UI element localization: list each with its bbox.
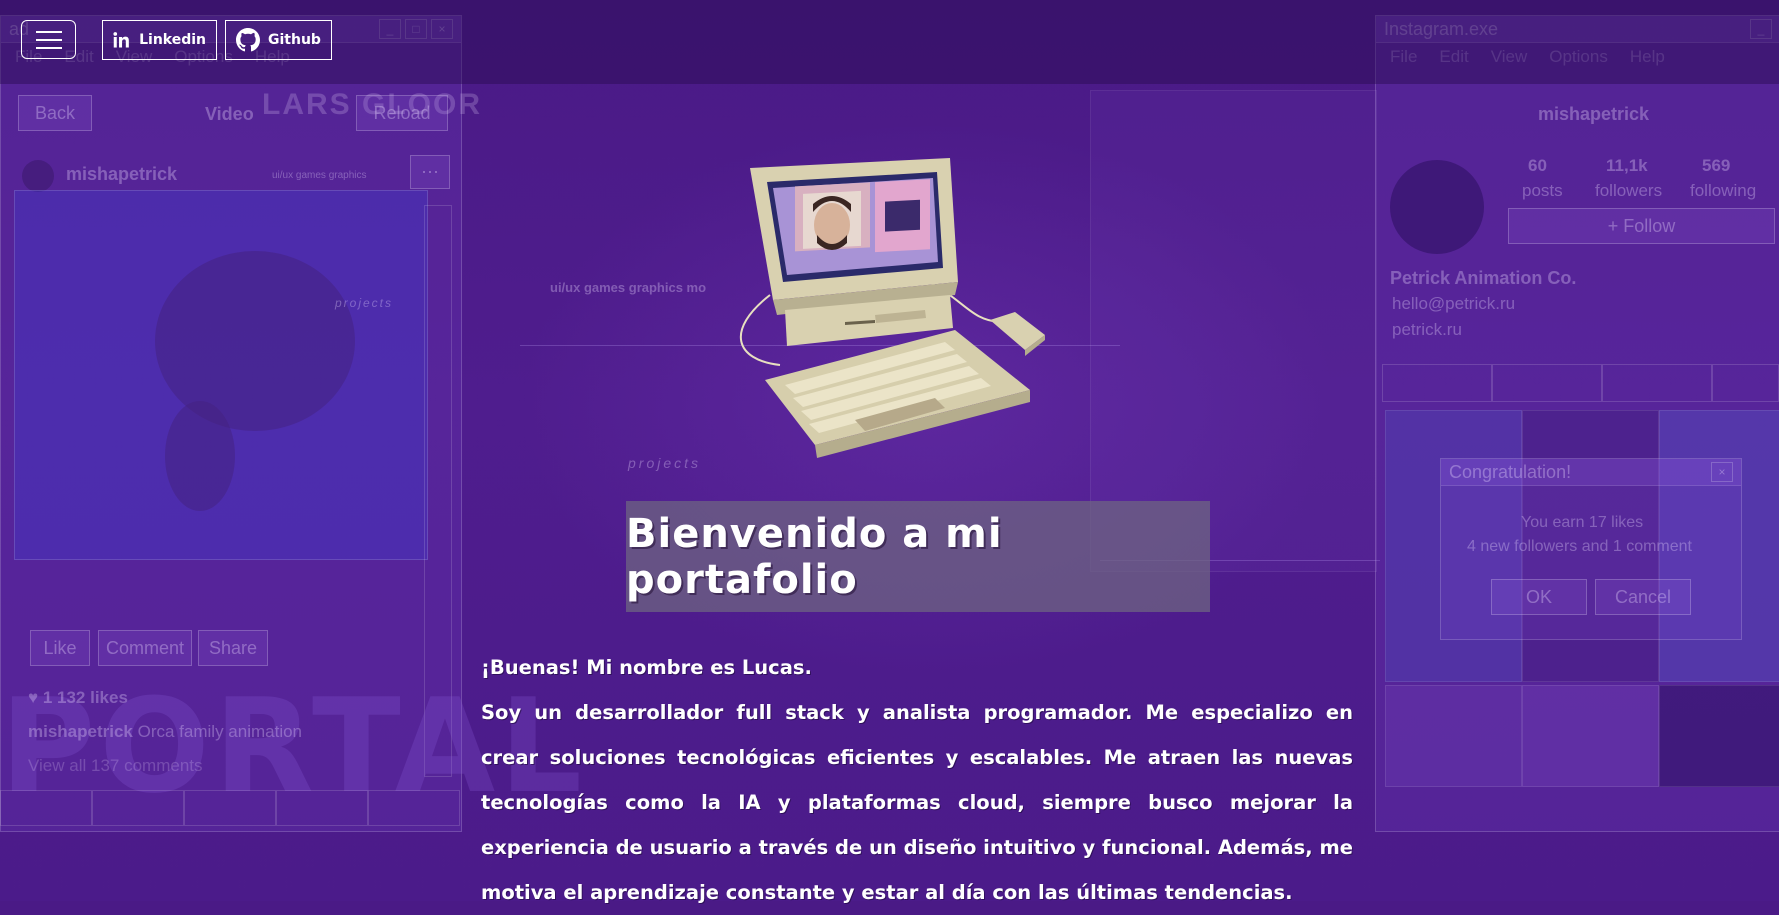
left-view-comments: View all 137 comments xyxy=(28,756,203,775)
bio-text: Soy un desarrollador full stack y analis… xyxy=(481,701,1353,904)
follow-button: + Follow xyxy=(1508,208,1775,244)
left-back-button: Back xyxy=(18,95,92,131)
profile-icon xyxy=(368,790,460,826)
github-label: Github xyxy=(268,32,321,48)
linkedin-label: Linkedin xyxy=(139,32,206,48)
github-button[interactable]: Github xyxy=(225,20,332,60)
heart-icon xyxy=(276,790,368,826)
left-bottom-nav xyxy=(0,790,460,826)
bio-section: ¡Buenas! Mi nombre es Lucas. Soy un desa… xyxy=(481,645,1353,915)
left-video-label: Video xyxy=(205,104,254,124)
grid-tile xyxy=(1659,685,1779,787)
page-title: Bienvenido a mi portafolio xyxy=(626,510,1003,603)
congrats-titlebar: Congratulation! × xyxy=(1441,459,1741,486)
congrats-ok-button: OK xyxy=(1491,579,1587,615)
stat-following-label: following xyxy=(1690,181,1757,200)
left-avatar xyxy=(22,160,54,192)
menu-icon-bar xyxy=(35,38,62,41)
stat-posts-value: 60 xyxy=(1528,156,1547,175)
grid-tile xyxy=(1385,685,1522,787)
linkedin-icon xyxy=(113,32,129,48)
left-reload-button: Reload xyxy=(356,95,448,131)
more-icon: ⋯ xyxy=(410,155,450,189)
menu-icon-bar xyxy=(35,46,62,49)
center-projects-label: projects xyxy=(628,455,702,471)
orca-shape xyxy=(165,401,235,511)
linkedin-button[interactable]: Linkedin xyxy=(102,20,217,60)
decorative-panel xyxy=(1090,90,1377,572)
right-avatar xyxy=(1390,160,1484,254)
left-like-button: Like xyxy=(30,630,90,666)
search-icon xyxy=(92,790,184,826)
company-name: Petrick Animation Co. xyxy=(1390,268,1577,288)
location-icon xyxy=(1602,364,1713,402)
left-caption-user: mishapetrick xyxy=(28,722,133,741)
left-caption-text: Orca family animation xyxy=(137,722,303,741)
home-icon xyxy=(0,790,92,826)
left-projects-label: projects xyxy=(335,296,394,310)
welcome-banner: Bienvenido a mi portafolio xyxy=(626,501,1210,612)
right-tab-bar xyxy=(1382,364,1779,402)
center-tags: ui/ux games graphics mo xyxy=(550,280,707,295)
left-username: mishapetrick xyxy=(66,164,178,184)
left-share-button: Share xyxy=(198,630,268,666)
tag-icon xyxy=(1712,364,1779,402)
orca-shape xyxy=(155,251,355,431)
stat-followers-label: followers xyxy=(1595,181,1663,200)
top-navigation-bar: Linkedin Github xyxy=(0,0,1779,84)
grid-tile xyxy=(1522,685,1659,787)
congrats-dialog: Congratulation! × You earn 17 likes 4 ne… xyxy=(1440,458,1742,640)
menu-button[interactable] xyxy=(21,20,76,59)
close-icon: × xyxy=(1711,462,1733,482)
congrats-line2: 4 new followers and 1 comment xyxy=(1467,538,1692,555)
stat-posts-label: posts xyxy=(1522,181,1563,200)
menu-icon-bar xyxy=(35,30,62,33)
github-icon xyxy=(236,28,260,52)
left-comment-button: Comment xyxy=(98,630,192,666)
stat-followers-value: 11,1k xyxy=(1606,156,1648,175)
left-tags: ui/ux games graphics xyxy=(272,170,367,181)
left-likes-count: ♥ 1 132 likes xyxy=(28,688,128,707)
company-site: petrick.ru xyxy=(1392,320,1462,339)
stat-following-value: 569 xyxy=(1702,156,1731,175)
company-email: hello@petrick.ru xyxy=(1392,294,1516,313)
computer-illustration xyxy=(739,158,1045,458)
congrats-line1: You earn 17 likes xyxy=(1521,514,1644,531)
congrats-cancel-button: Cancel xyxy=(1595,579,1691,615)
left-post-image: projects xyxy=(14,190,428,560)
list-icon xyxy=(1492,364,1603,402)
grid-icon xyxy=(1382,364,1493,402)
congrats-title: Congratulation! xyxy=(1449,461,1572,482)
right-username: mishapetrick xyxy=(1538,104,1650,124)
left-likes-text: 1 132 likes xyxy=(42,688,128,707)
camera-icon xyxy=(184,790,276,826)
left-caption: mishapetrick Orca family animation xyxy=(28,722,302,742)
bio-greeting: ¡Buenas! Mi nombre es Lucas. xyxy=(481,656,812,679)
